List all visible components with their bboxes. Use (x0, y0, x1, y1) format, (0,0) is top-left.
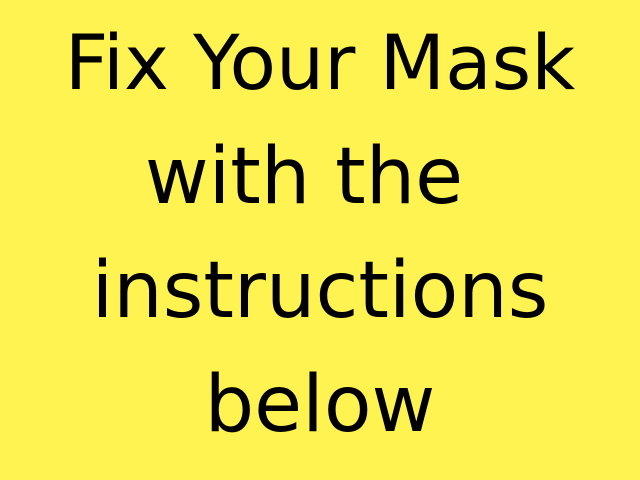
headline-line-3: instructions (91, 246, 549, 336)
headline-line-2: with the (144, 132, 464, 222)
headline-line-4: below (204, 360, 436, 450)
poster: Fix Your Mask with the instructions belo… (0, 0, 640, 480)
headline-line-1: Fix Your Mask (64, 18, 576, 107)
